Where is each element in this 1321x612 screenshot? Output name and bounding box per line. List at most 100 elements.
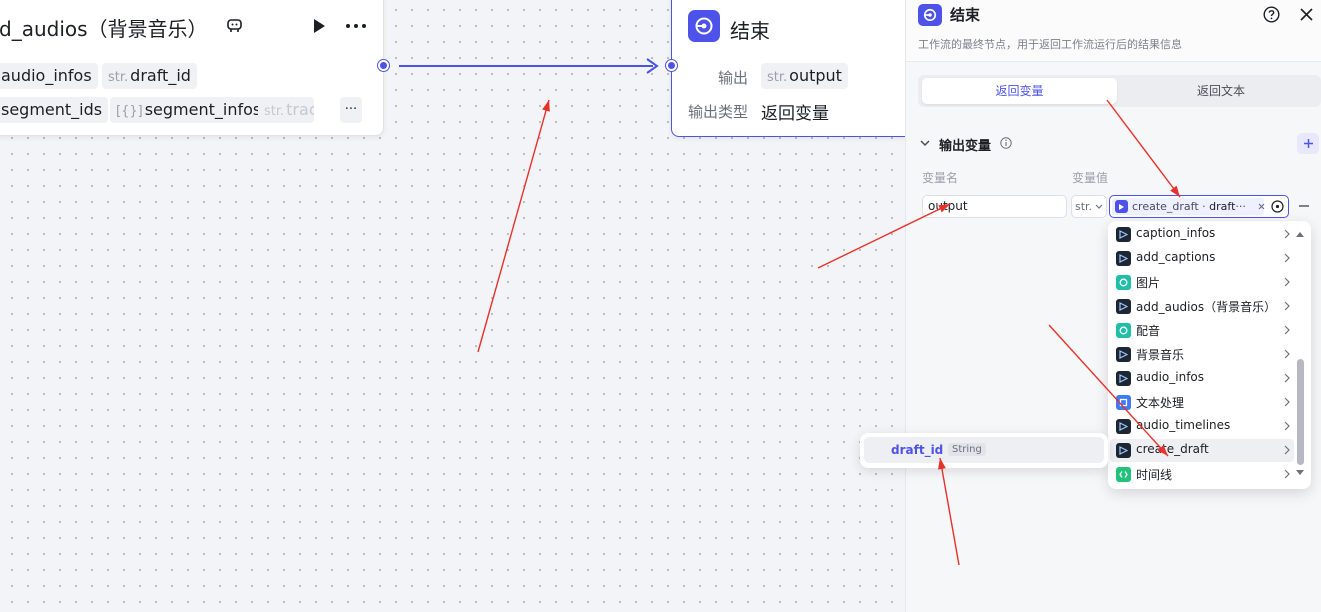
- panel-title: 结束: [950, 6, 981, 24]
- audio-node-output-port[interactable]: [378, 60, 389, 71]
- remove-variable-button[interactable]: [1297, 199, 1311, 213]
- dropdown-item[interactable]: 配音: [1110, 319, 1294, 342]
- end-output-label: 输出: [718, 69, 749, 87]
- clear-reference-icon[interactable]: [1256, 201, 1266, 211]
- chip-track-faded: str. trac: [258, 97, 314, 123]
- node-type-icon: [1116, 443, 1131, 458]
- chip-audio-infos: audio_infos: [0, 63, 98, 89]
- field-type-badge: String: [948, 443, 986, 456]
- dropdown-scrollbar[interactable]: [1294, 229, 1306, 481]
- dropdown-item-label: 配音: [1136, 324, 1161, 338]
- connection-edge[interactable]: [395, 56, 670, 76]
- node-type-icon: [1116, 371, 1131, 386]
- node-type-icon: [1116, 347, 1131, 362]
- dropdown-item[interactable]: audio_timelines: [1110, 415, 1294, 438]
- node-more-icon[interactable]: [344, 16, 368, 36]
- variable-type-select[interactable]: str.: [1071, 195, 1107, 218]
- dropdown-item-label: 图片: [1136, 276, 1161, 290]
- audio-node-title: d_audios（背景音乐）: [0, 17, 208, 41]
- column-header-name: 变量名: [922, 171, 959, 185]
- tab-return-text[interactable]: 返回文本: [1126, 78, 1316, 104]
- dropdown-item-label: audio_infos: [1136, 370, 1205, 384]
- end-node-title: 结束: [730, 19, 770, 43]
- output-variables-title: 输出变量: [939, 139, 992, 154]
- dropdown-item-label: 背景音乐: [1136, 348, 1185, 362]
- dropdown-item[interactable]: create_draft: [1110, 439, 1294, 462]
- dropdown-item[interactable]: caption_infos: [1110, 223, 1294, 246]
- audio-node-card[interactable]: d_audios（背景音乐） audio_infos str. draft_id …: [0, 0, 384, 136]
- close-icon[interactable]: [1297, 5, 1315, 23]
- help-icon[interactable]: [1262, 5, 1280, 23]
- end-node-card[interactable]: 结束 输出 str. output 输出类型 返回变量: [671, 0, 931, 137]
- chevron-right-icon: [1284, 301, 1290, 311]
- annotation-arrow-edge: [477, 99, 550, 353]
- chip-segment-ids: segment_ids: [0, 97, 109, 123]
- tab-return-variable[interactable]: 返回变量: [922, 78, 1117, 104]
- node-type-icon: [1116, 227, 1131, 242]
- node-type-icon: [1116, 299, 1131, 314]
- dropdown-item[interactable]: add_audios（背景音乐）: [1110, 295, 1294, 318]
- end-type-value: 返回变量: [761, 104, 829, 124]
- collapse-chevron-icon[interactable]: [919, 137, 931, 149]
- node-type-icon: [1116, 467, 1131, 482]
- end-output-chip: str. output: [761, 63, 848, 89]
- dropdown-item-label: audio_timelines: [1136, 418, 1231, 432]
- return-mode-tabs: 返回变量 返回文本: [918, 75, 1321, 107]
- dropdown-item[interactable]: 背景音乐: [1110, 343, 1294, 366]
- info-icon[interactable]: [999, 136, 1013, 150]
- dropdown-item-label: 文本处理: [1136, 396, 1185, 410]
- field-name: draft_id: [891, 443, 944, 457]
- node-settings-icon[interactable]: [225, 17, 243, 35]
- reference-tag: create_draft · draft···: [1112, 198, 1264, 215]
- run-node-icon[interactable]: [309, 16, 329, 36]
- variable-name-input[interactable]: output: [922, 195, 1067, 218]
- dropdown-item[interactable]: 文本处理: [1110, 391, 1294, 414]
- annotation-arrow-edge-head: [542, 100, 550, 112]
- node-type-icon: [1116, 419, 1131, 434]
- chevron-right-icon: [1284, 277, 1290, 287]
- type-dropdown-chevron-icon: [1095, 204, 1103, 209]
- scroll-down-icon[interactable]: [1296, 470, 1304, 476]
- add-variable-button[interactable]: [1297, 133, 1319, 154]
- node-type-icon: [1116, 395, 1131, 410]
- panel-logo-icon: [918, 4, 942, 26]
- panel-description: 工作流的最终节点，用于返回工作流运行后的结果信息: [918, 38, 1182, 51]
- reference-picker-icon[interactable]: [1270, 199, 1285, 214]
- chevron-right-icon: [1284, 253, 1290, 263]
- dropdown-item[interactable]: audio_infos: [1110, 367, 1294, 390]
- end-node-logo-icon: [688, 10, 720, 42]
- chevron-right-icon: [1284, 421, 1290, 431]
- scroll-up-icon[interactable]: [1296, 231, 1304, 237]
- chevron-right-icon: [1284, 229, 1290, 239]
- end-type-label: 输出类型: [688, 103, 749, 121]
- chip-segment-infos: [{}] segment_infos: [110, 97, 268, 123]
- node-type-icon: [1116, 251, 1131, 266]
- chip-draft-id: str. draft_id: [102, 63, 197, 89]
- dropdown-item[interactable]: 时间线: [1110, 463, 1294, 486]
- dropdown-item-label: caption_infos: [1136, 226, 1216, 240]
- chevron-right-icon: [1284, 469, 1290, 479]
- dropdown-item[interactable]: 图片: [1110, 271, 1294, 294]
- field-option-draft-id[interactable]: draft_id String: [864, 437, 1104, 463]
- field-submenu: draft_id String: [860, 433, 1108, 468]
- variable-reference-select[interactable]: create_draft · draft···: [1109, 195, 1289, 218]
- scroll-thumb[interactable]: [1297, 359, 1304, 465]
- dropdown-item[interactable]: add_captions: [1110, 247, 1294, 270]
- chevron-right-icon: [1284, 373, 1290, 383]
- chevron-right-icon: [1284, 349, 1290, 359]
- chevron-right-icon: [1284, 445, 1290, 455]
- node-type-icon: [1116, 275, 1131, 290]
- chevron-right-icon: [1284, 397, 1290, 407]
- dropdown-item-label: 时间线: [1136, 468, 1173, 482]
- node-type-icon: [1116, 323, 1131, 338]
- dropdown-item-label: add_captions: [1136, 250, 1216, 264]
- end-node-input-port[interactable]: [666, 60, 677, 71]
- node-reference-dropdown: caption_infos add_captions 图片 add_audios（背景…: [1108, 221, 1311, 489]
- panel-header: 结束 工作流的最终节点，用于返回工作流运行后的结果信息: [906, 0, 1321, 62]
- dropdown-item-label: create_draft: [1136, 442, 1209, 456]
- plugin-node-icon: [1115, 200, 1128, 213]
- chips-more-button[interactable]: ···: [340, 97, 362, 123]
- dropdown-item-label: add_audios（背景音乐）: [1136, 300, 1277, 314]
- column-header-value: 变量值: [1072, 171, 1109, 185]
- chevron-right-icon: [1284, 325, 1290, 335]
